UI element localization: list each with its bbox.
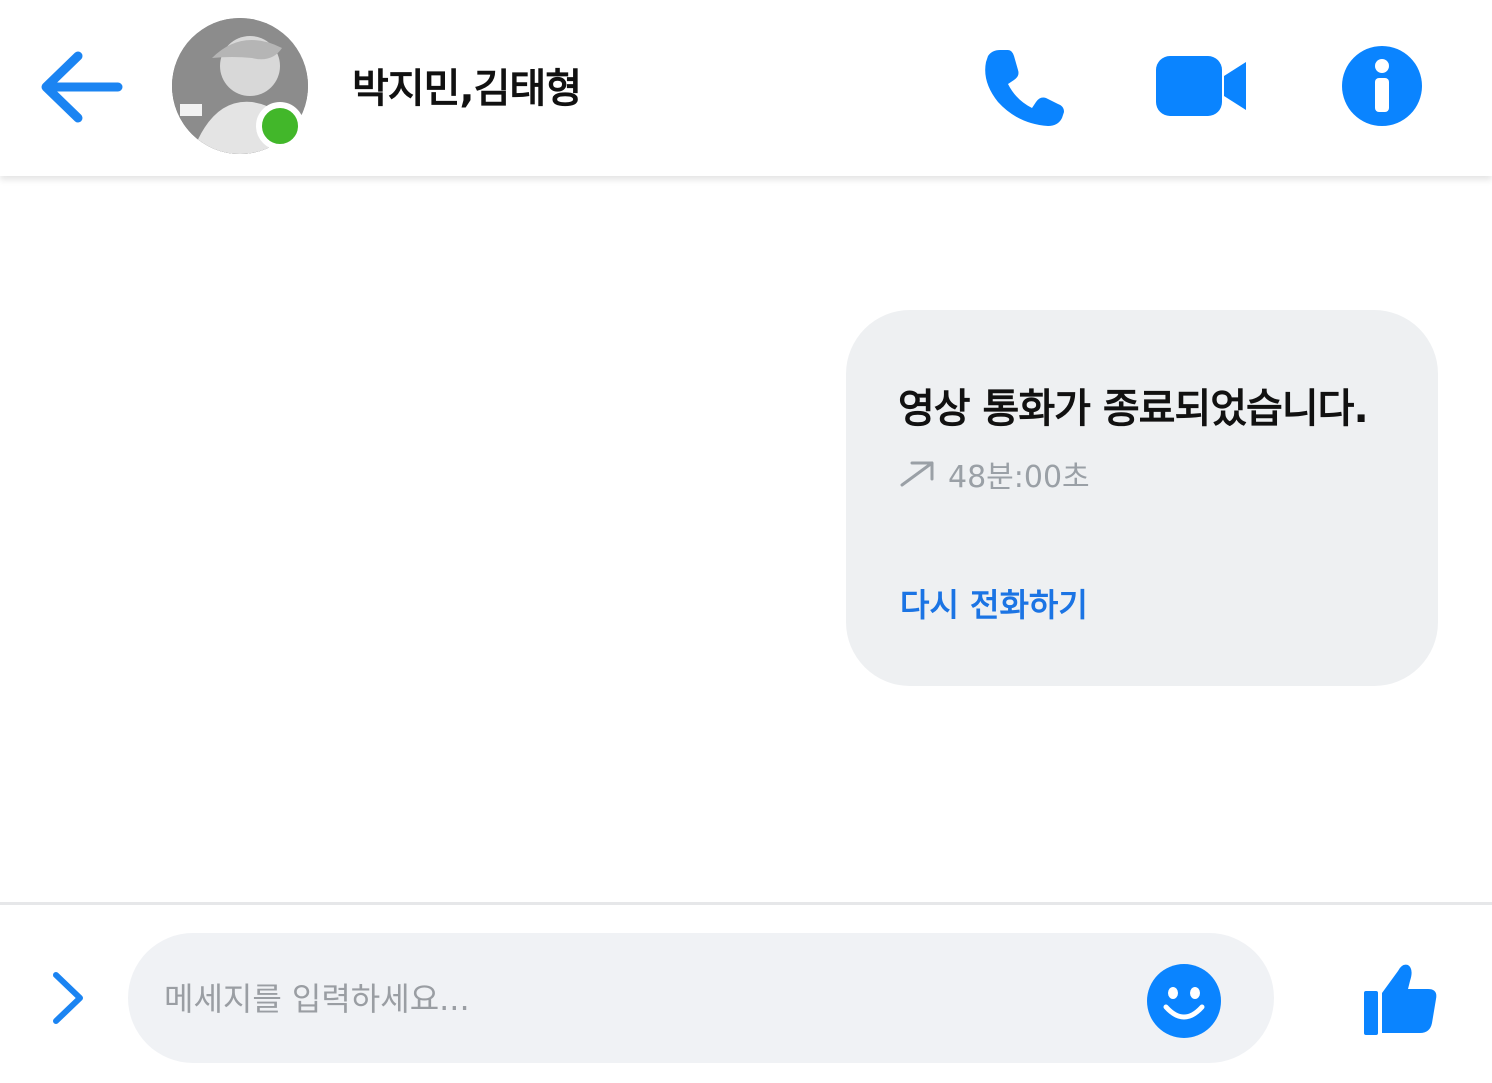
like-button[interactable] [1362,961,1440,1037]
message-composer [0,902,1492,1083]
call-duration: 48분:00초 [898,452,1090,496]
call-status-text: 영상 통화가 종료되었습니다. [898,386,1369,432]
message-input-container [128,933,1274,1063]
info-icon [1342,46,1422,126]
video-call-button[interactable] [1154,52,1250,120]
phone-icon [985,50,1064,126]
contact-avatar[interactable] [172,18,308,154]
online-status-indicator [256,102,304,150]
chevron-right-icon [53,972,83,1024]
voice-call-button[interactable] [978,44,1068,128]
message-input[interactable] [162,963,1126,1035]
expand-actions-button[interactable] [44,969,92,1027]
arrow-left-icon [41,51,123,123]
back-button[interactable] [38,48,126,126]
call-duration-text: 48분:00초 [948,460,1090,495]
video-camera-icon [1156,56,1246,116]
call-again-link[interactable]: 다시 전화하기 [900,580,1088,626]
call-ended-message: 영상 통화가 종료되었습니다. 48분:00초 다시 전화하기 [846,310,1438,686]
outgoing-arrow-icon [900,461,934,487]
info-button[interactable] [1340,44,1424,128]
chat-header: 박지민,김태형 [0,0,1492,176]
smiley-icon [1147,964,1221,1038]
thumbs-up-icon [1364,964,1437,1035]
message-list: 영상 통화가 종료되었습니다. 48분:00초 다시 전화하기 [0,176,1492,902]
chat-title: 박지민,김태형 [352,66,582,112]
emoji-button[interactable] [1146,963,1222,1039]
